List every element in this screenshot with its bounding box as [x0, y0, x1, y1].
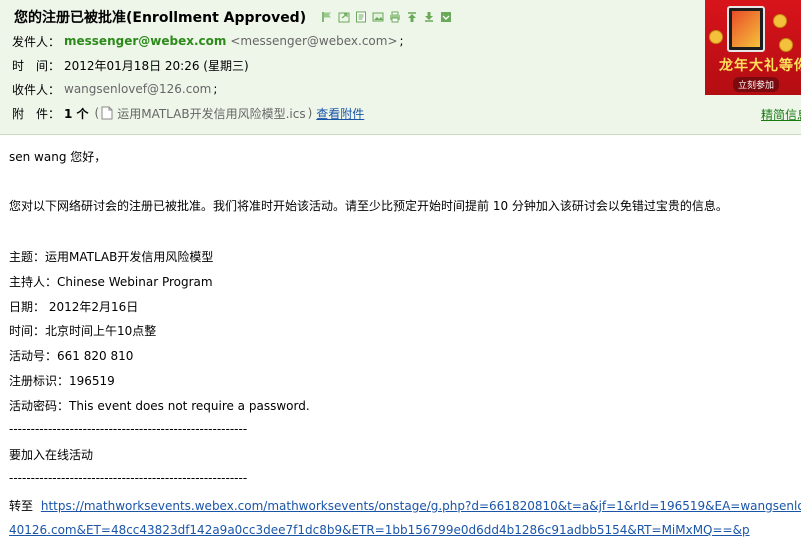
time-label: 时 间： — [12, 58, 61, 73]
attachment-row: 附 件： 1 个 ( 运用MATLAB开发信用风险模型.ics ) 查看附件 — [12, 101, 404, 125]
sender-address: <messenger@webex.com> — [230, 34, 398, 48]
tablet-image — [727, 6, 765, 52]
attachment-name[interactable]: 运用MATLAB开发信用风险模型.ics — [117, 105, 305, 122]
coin-icon — [709, 30, 723, 44]
time-value: 2012年01月18日 20:26 (星期三) — [64, 58, 249, 73]
coin-icon — [779, 38, 793, 52]
greeting: sen wang 您好， — [9, 150, 107, 164]
join-link[interactable]: https://mathworksevents.webex.com/mathwo… — [41, 499, 801, 513]
attachment-count: 1 个 — [64, 106, 89, 121]
time-line: 时间：北京时间上午10点整 — [9, 324, 157, 338]
intro-paragraph: 您对以下网络研讨会的注册已被批准。我们将准时开始该活动。请至少比预定开始时间提前… — [9, 199, 728, 213]
down-icon[interactable] — [422, 10, 436, 24]
to-separator: ; — [213, 82, 218, 96]
reply-icon[interactable] — [337, 10, 351, 24]
print-icon[interactable] — [388, 10, 402, 24]
flag-icon[interactable] — [320, 10, 334, 24]
view-attachment-link[interactable]: 查看附件 — [316, 105, 364, 122]
ad-slogan: 龙年大礼等你 — [719, 58, 801, 74]
recipient-address[interactable]: wangsenlovef@126.com — [64, 82, 211, 96]
simplify-info-link[interactable]: 精简信息 — [761, 106, 801, 123]
to-row: 收件人： wangsenlovef@126.com ; — [12, 77, 404, 101]
join-heading: 要加入在线活动 — [9, 448, 94, 462]
to-label: 收件人： — [12, 82, 61, 97]
note-icon[interactable] — [354, 10, 368, 24]
sender-name[interactable]: messenger@webex.com — [64, 34, 226, 48]
event-number: 活动号：661 820 810 — [9, 349, 134, 363]
time-row: 时 间： 2012年01月18日 20:26 (星期三) — [12, 53, 404, 77]
join-link-continuation: 40126.com&ET=48cc43823df142a9a0cc3dee7f1… — [9, 523, 750, 537]
host-line: 主持人：Chinese Webinar Program — [9, 275, 213, 289]
go-to-label: 转至 — [9, 499, 34, 513]
file-icon — [101, 106, 113, 120]
join-link-continued[interactable]: 40126.com&ET=48cc43823df142a9a0cc3dee7f1… — [9, 523, 750, 537]
up-icon[interactable] — [405, 10, 419, 24]
from-row: 发件人： messenger@webex.com <messenger@webe… — [12, 29, 404, 53]
event-password: 活动密码：This event does not require a passw… — [9, 399, 310, 413]
ad-cta-button[interactable]: 立刻参加 — [733, 77, 780, 92]
subject-row: 您的注册已被批准(Enrollment Approved) — [14, 6, 453, 28]
divider: ----------------------------------------… — [9, 422, 248, 436]
from-separator: ; — [399, 34, 404, 48]
divider: ----------------------------------------… — [9, 471, 248, 485]
registration-id: 注册标识：196519 — [9, 374, 115, 388]
meta-info: 发件人： messenger@webex.com <messenger@webe… — [12, 29, 404, 125]
image-icon[interactable] — [371, 10, 385, 24]
join-link-line: 转至 https://mathworksevents.webex.com/mat… — [9, 497, 801, 514]
date-line: 日期： 2012年2月16日 — [9, 300, 139, 314]
topic-line: 主题：运用MATLAB开发信用风险模型 — [9, 250, 214, 264]
coin-icon — [773, 14, 787, 28]
mail-toolbar — [320, 10, 453, 24]
attachment-close-paren: ) — [307, 106, 313, 120]
collapse-icon[interactable] — [439, 10, 453, 24]
ad-banner[interactable]: 龙年大礼等你 立刻参加 — [705, 0, 801, 95]
from-label: 发件人： — [12, 34, 61, 49]
attachment-open-paren: ( — [94, 106, 100, 120]
mail-subject: 您的注册已被批准(Enrollment Approved) — [14, 10, 307, 26]
attachment-label: 附 件： — [12, 106, 61, 121]
mail-header: 您的注册已被批准(Enrollment Approved) 发件人： messe… — [0, 0, 801, 135]
